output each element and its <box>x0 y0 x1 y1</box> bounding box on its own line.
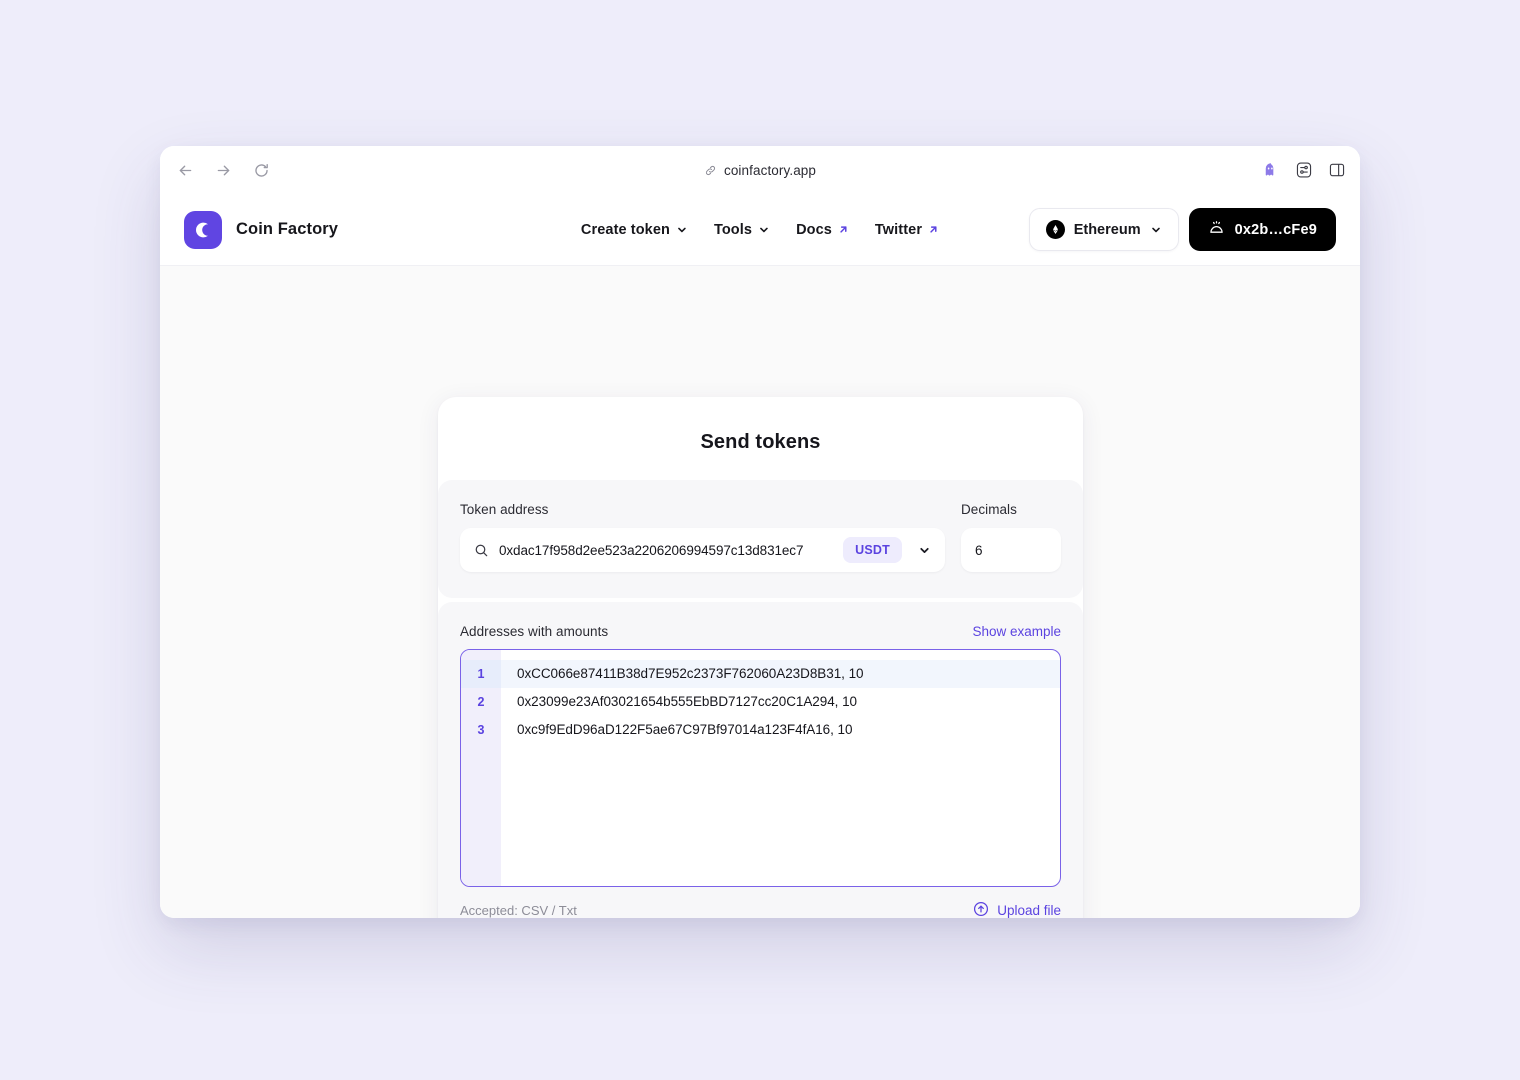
addresses-panel: Addresses with amounts Show example 1 2 … <box>438 602 1083 918</box>
reload-button[interactable] <box>250 159 272 181</box>
back-button[interactable] <box>174 159 196 181</box>
token-symbol-badge: USDT <box>843 537 902 563</box>
ethereum-icon <box>1045 220 1065 239</box>
line-number: 2 <box>477 695 485 709</box>
token-address-field: Token address USDT <box>460 502 945 572</box>
decimals-label: Decimals <box>961 502 1017 517</box>
external-link-icon <box>838 224 849 235</box>
address-line[interactable]: 0x23099e23Af03021654b555EbBD7127cc20C1A2… <box>501 688 1060 716</box>
nav-item-tools[interactable]: Tools <box>714 222 770 238</box>
brand-name: Coin Factory <box>236 220 339 238</box>
token-address-panel: Token address USDT <box>438 480 1083 598</box>
main-nav: Create token Tools Docs Twitter <box>581 222 939 238</box>
line-number-gutter: 1 2 3 <box>461 650 501 886</box>
header-actions: Ethereum 0x2b…cFe9 <box>1028 208 1336 251</box>
page-body: Send tokens Token address USDT <box>160 266 1360 918</box>
address-lines[interactable]: 0xCC066e87411B38d7E952c2373F762060A23D8B… <box>501 650 1060 886</box>
send-tokens-card: Send tokens Token address USDT <box>438 397 1083 918</box>
upload-file-label: Upload file <box>997 903 1061 918</box>
nav-label-tools: Tools <box>713 221 753 238</box>
reader-settings-icon[interactable] <box>1295 161 1313 179</box>
line-number: 3 <box>477 723 485 737</box>
token-address-input[interactable] <box>499 542 834 558</box>
addresses-textarea[interactable]: 1 2 3 0xCC066e87411B38d7E952c2373F762060… <box>460 649 1061 887</box>
decimals-field: Decimals <box>961 502 1061 572</box>
line-number: 1 <box>461 660 501 688</box>
browser-nav-buttons <box>174 159 272 181</box>
coin-factory-logo-icon <box>184 210 222 249</box>
chevron-down-icon <box>758 224 770 236</box>
addresses-label: Addresses with amounts <box>460 624 609 639</box>
site-header: Coin Factory Create token Tools Docs Twi… <box>160 194 1360 266</box>
nav-item-docs[interactable]: Docs <box>796 222 849 238</box>
upload-file-button[interactable]: Upload file <box>973 901 1061 918</box>
search-icon <box>474 543 489 558</box>
nav-label-docs: Docs <box>796 221 832 238</box>
browser-window: coinfactory.app Coin Factory Create toke… <box>160 146 1360 918</box>
address-bar[interactable]: coinfactory.app <box>160 163 1360 178</box>
token-address-label: Token address <box>460 502 549 517</box>
page-title: Send tokens <box>700 431 821 453</box>
decimals-input[interactable] <box>975 542 1047 558</box>
url-text: coinfactory.app <box>723 162 817 178</box>
browser-toolbar-actions <box>1262 161 1346 179</box>
chevron-down-icon[interactable] <box>912 544 937 557</box>
brand-logo[interactable]: Coin Factory <box>184 210 339 249</box>
address-line[interactable]: 0xCC066e87411B38d7E952c2373F762060A23D8B… <box>501 660 1060 688</box>
chevron-down-icon <box>676 224 688 236</box>
nav-item-twitter[interactable]: Twitter <box>875 222 939 238</box>
wallet-address: 0x2b…cFe9 <box>1234 221 1317 238</box>
address-line[interactable]: 0xc9f9EdD96aD122F5ae67C97Bf97014a123F4fA… <box>501 716 1060 744</box>
chain-selector[interactable]: Ethereum <box>1028 208 1179 251</box>
nav-label-create-token: Create token <box>580 221 670 238</box>
chain-label: Ethereum <box>1073 221 1141 238</box>
browser-toolbar: coinfactory.app <box>160 146 1360 194</box>
token-address-input-wrapper[interactable]: USDT <box>460 528 945 572</box>
forward-button[interactable] <box>212 159 234 181</box>
extension-ghost-icon[interactable] <box>1262 161 1280 179</box>
show-example-link[interactable]: Show example <box>972 624 1061 639</box>
link-icon <box>704 164 717 177</box>
upload-circle-icon <box>973 901 989 918</box>
accepted-formats-text: Accepted: CSV / Txt <box>460 903 577 918</box>
chevron-down-icon <box>1150 224 1162 236</box>
decimals-input-wrapper[interactable] <box>961 528 1061 572</box>
nav-label-twitter: Twitter <box>874 221 923 238</box>
nav-item-create-token[interactable]: Create token <box>581 222 688 238</box>
rainbow-wallet-icon <box>1208 219 1225 240</box>
external-link-icon <box>928 224 939 235</box>
sidebar-panel-icon[interactable] <box>1328 161 1346 179</box>
wallet-button[interactable]: 0x2b…cFe9 <box>1188 208 1336 251</box>
